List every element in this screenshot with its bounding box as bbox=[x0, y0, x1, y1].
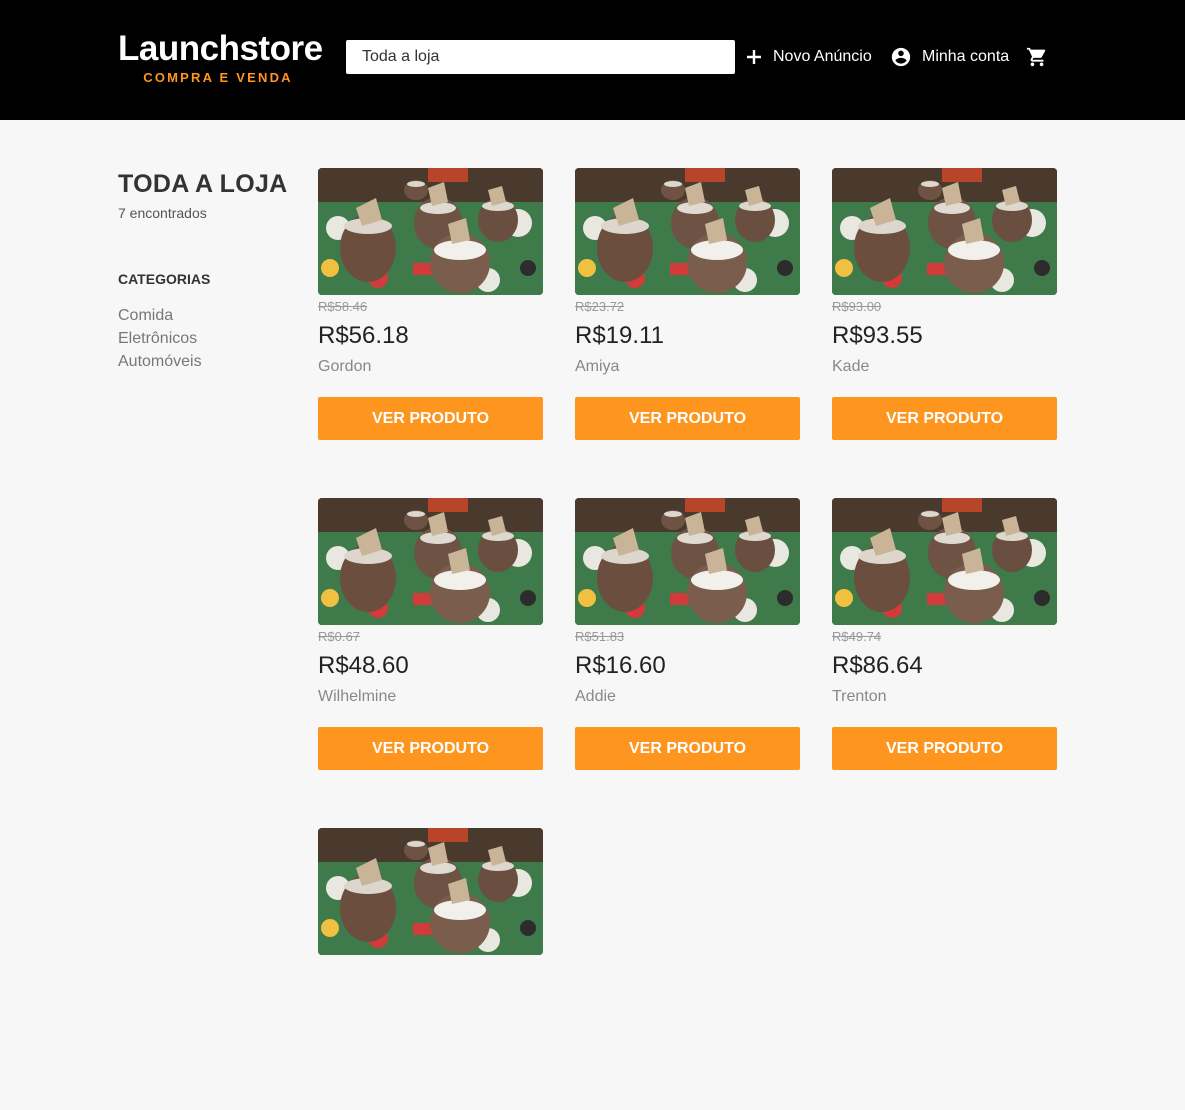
product-seller: Wilhelmine bbox=[318, 688, 397, 705]
logo-title: Launchstore bbox=[118, 29, 323, 68]
new-ad-link[interactable]: Novo Anúncio bbox=[745, 44, 872, 70]
view-product-button[interactable]: VER PRODUTO bbox=[575, 397, 800, 440]
account-label: Minha conta bbox=[922, 48, 1010, 65]
cart-link[interactable] bbox=[1026, 44, 1048, 70]
category-item-comida[interactable]: Comida bbox=[118, 304, 298, 327]
product-price: R$93.55 bbox=[832, 322, 923, 349]
view-product-button[interactable]: VER PRODUTO bbox=[318, 727, 543, 770]
category-item-automoveis[interactable]: Automóveis bbox=[118, 350, 298, 373]
product-seller: Addie bbox=[575, 688, 616, 705]
product-card[interactable]: R$93.00 R$93.55 Kade VER PRODUTO bbox=[832, 168, 1057, 450]
product-old-price: R$49.74 bbox=[832, 629, 882, 644]
view-product-button[interactable]: VER PRODUTO bbox=[832, 397, 1057, 440]
product-image[interactable] bbox=[318, 168, 543, 295]
product-old-price: R$0.67 bbox=[318, 629, 360, 644]
new-ad-label: Novo Anúncio bbox=[773, 48, 872, 65]
categories-title: CATEGORIAS bbox=[118, 271, 211, 287]
product-image[interactable] bbox=[318, 828, 543, 955]
search-input[interactable] bbox=[346, 40, 735, 74]
product-old-price: R$93.00 bbox=[832, 299, 882, 314]
product-price: R$86.64 bbox=[832, 652, 923, 679]
plus-icon bbox=[745, 48, 763, 66]
product-price: R$56.18 bbox=[318, 322, 409, 349]
logo-subtitle: COMPRA E VENDA bbox=[143, 70, 293, 85]
logo[interactable]: Launchstore COMPRA E VENDA bbox=[118, 28, 323, 86]
product-image[interactable] bbox=[832, 498, 1057, 625]
product-old-price: R$23.72 bbox=[575, 299, 625, 314]
shopping-cart-icon bbox=[1026, 46, 1048, 68]
product-card[interactable]: R$58.46 R$56.18 Gordon VER PRODUTO bbox=[318, 168, 543, 450]
category-item-eletronicos[interactable]: Eletrônicos bbox=[118, 327, 298, 350]
product-card[interactable] bbox=[318, 828, 543, 1110]
product-image[interactable] bbox=[832, 168, 1057, 295]
site-header: Launchstore COMPRA E VENDA Novo Anúncio … bbox=[0, 0, 1185, 120]
product-card[interactable]: R$49.74 R$86.64 Trenton VER PRODUTO bbox=[832, 498, 1057, 780]
product-image[interactable] bbox=[318, 498, 543, 625]
page-title: TODA A LOJA bbox=[118, 170, 288, 198]
results-count: 7 encontrados bbox=[118, 205, 207, 221]
product-old-price: R$51.83 bbox=[575, 629, 625, 644]
product-seller: Trenton bbox=[832, 688, 887, 705]
product-image[interactable] bbox=[575, 498, 800, 625]
product-seller: Kade bbox=[832, 358, 870, 375]
product-price: R$16.60 bbox=[575, 652, 666, 679]
sidebar: TODA A LOJA 7 encontrados CATEGORIAS Com… bbox=[118, 168, 298, 373]
account-circle-icon bbox=[890, 46, 912, 68]
account-link[interactable]: Minha conta bbox=[890, 44, 1009, 70]
category-list: Comida Eletrônicos Automóveis bbox=[118, 304, 298, 373]
product-old-price: R$58.46 bbox=[318, 299, 368, 314]
product-card[interactable]: R$0.67 R$48.60 Wilhelmine VER PRODUTO bbox=[318, 498, 543, 780]
product-seller: Gordon bbox=[318, 358, 372, 375]
product-image[interactable] bbox=[575, 168, 800, 295]
product-card[interactable]: R$51.83 R$16.60 Addie VER PRODUTO bbox=[575, 498, 800, 780]
view-product-button[interactable]: VER PRODUTO bbox=[575, 727, 800, 770]
product-price: R$19.11 bbox=[575, 322, 664, 349]
view-product-button[interactable]: VER PRODUTO bbox=[832, 727, 1057, 770]
view-product-button[interactable]: VER PRODUTO bbox=[318, 397, 543, 440]
product-card[interactable]: R$23.72 R$19.11 Amiya VER PRODUTO bbox=[575, 168, 800, 450]
product-grid: R$58.46 R$56.18 Gordon VER PRODUTO R$23.… bbox=[318, 168, 1057, 1110]
product-price: R$48.60 bbox=[318, 652, 409, 679]
product-seller: Amiya bbox=[575, 358, 620, 375]
